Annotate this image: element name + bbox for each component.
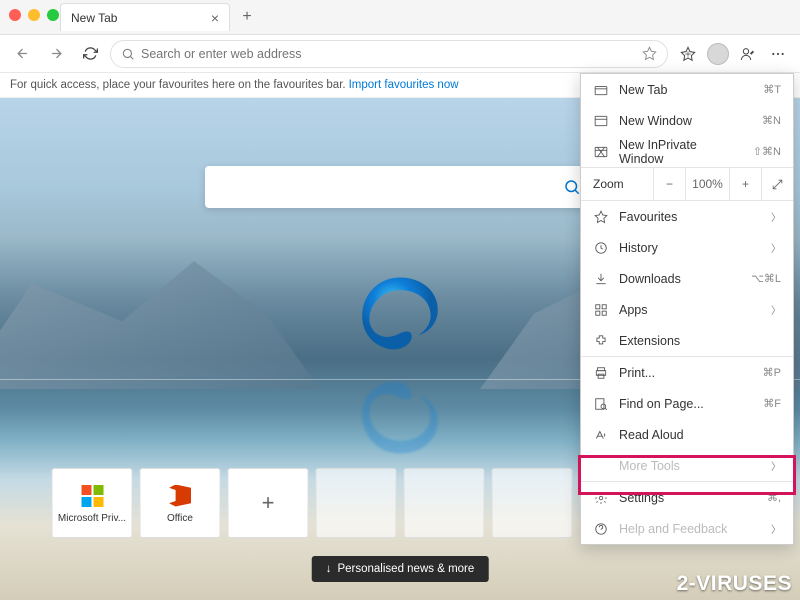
zoom-out-button[interactable]: − bbox=[653, 168, 685, 200]
menu-read-aloud[interactable]: Read Aloud bbox=[581, 419, 793, 450]
tile-empty[interactable] bbox=[492, 468, 573, 538]
chevron-right-icon: 〉 bbox=[771, 521, 781, 536]
chevron-right-icon: 〉 bbox=[771, 209, 781, 224]
find-icon bbox=[593, 396, 608, 411]
profile-button[interactable] bbox=[704, 40, 732, 68]
edge-logo bbox=[355, 273, 445, 363]
menu-find[interactable]: Find on Page...⌘F bbox=[581, 388, 793, 419]
search-icon bbox=[121, 47, 135, 61]
edge-logo-reflection bbox=[355, 368, 445, 458]
microsoft-icon bbox=[79, 483, 105, 509]
tab-bar: New Tab × + bbox=[0, 0, 800, 35]
address-input[interactable] bbox=[141, 47, 636, 61]
more-menu-button[interactable] bbox=[764, 40, 792, 68]
maximize-window-button[interactable] bbox=[47, 9, 59, 21]
avatar-icon bbox=[707, 43, 729, 65]
menu-more-tools[interactable]: More Tools〉 bbox=[581, 450, 793, 481]
menu-downloads[interactable]: Downloads⌥⌘L bbox=[581, 263, 793, 294]
toolbar bbox=[0, 35, 800, 73]
star-icon bbox=[593, 209, 608, 224]
search-icon[interactable] bbox=[563, 178, 581, 196]
office-icon bbox=[167, 483, 193, 509]
web-search-box[interactable] bbox=[205, 166, 595, 208]
menu-apps[interactable]: Apps〉 bbox=[581, 294, 793, 325]
new-tab-button[interactable]: + bbox=[234, 4, 260, 30]
chevron-right-icon: 〉 bbox=[771, 240, 781, 255]
favourites-button[interactable] bbox=[674, 40, 702, 68]
menu-extensions[interactable]: Extensions bbox=[581, 325, 793, 356]
inprivate-icon bbox=[593, 144, 608, 159]
menu-print[interactable]: Print...⌘P bbox=[581, 357, 793, 388]
feedback-button[interactable] bbox=[734, 40, 762, 68]
menu-help[interactable]: Help and Feedback〉 bbox=[581, 513, 793, 544]
forward-button[interactable] bbox=[42, 40, 70, 68]
favourite-star-icon[interactable] bbox=[642, 46, 657, 61]
tab-icon bbox=[593, 82, 608, 97]
tile-microsoft-privacy[interactable]: Microsoft Priv... bbox=[52, 468, 133, 538]
address-bar[interactable] bbox=[110, 40, 668, 68]
print-icon bbox=[593, 365, 608, 380]
more-menu: New Tab⌘T New Window⌘N New InPrivate Win… bbox=[580, 73, 794, 545]
chevron-down-icon: ↓ bbox=[326, 563, 332, 575]
extensions-icon bbox=[593, 333, 608, 348]
apps-icon bbox=[593, 302, 608, 317]
download-icon bbox=[593, 271, 608, 286]
refresh-button[interactable] bbox=[76, 40, 104, 68]
menu-settings[interactable]: Settings⌘, bbox=[581, 482, 793, 513]
chevron-right-icon: 〉 bbox=[771, 302, 781, 317]
browser-tab[interactable]: New Tab × bbox=[60, 3, 230, 31]
menu-new-inprivate[interactable]: New InPrivate Window⇧⌘N bbox=[581, 136, 793, 167]
history-icon bbox=[593, 240, 608, 255]
gear-icon bbox=[593, 490, 608, 505]
plus-icon: + bbox=[262, 490, 275, 516]
web-search-input[interactable] bbox=[219, 180, 563, 195]
window-controls bbox=[9, 9, 59, 21]
menu-zoom-row: Zoom − 100% + bbox=[581, 167, 793, 201]
tile-empty[interactable] bbox=[404, 468, 485, 538]
zoom-in-button[interactable]: + bbox=[729, 168, 761, 200]
favbar-text: For quick access, place your favourites … bbox=[10, 79, 346, 91]
tile-office[interactable]: Office bbox=[140, 468, 221, 538]
personalised-news-button[interactable]: ↓ Personalised news & more bbox=[312, 556, 489, 582]
close-window-button[interactable] bbox=[9, 9, 21, 21]
window-icon bbox=[593, 113, 608, 128]
back-button[interactable] bbox=[8, 40, 36, 68]
import-favourites-link[interactable]: Import favourites now bbox=[349, 79, 459, 91]
tab-title: New Tab bbox=[71, 11, 117, 25]
menu-new-window[interactable]: New Window⌘N bbox=[581, 105, 793, 136]
menu-history[interactable]: History〉 bbox=[581, 232, 793, 263]
chevron-right-icon: 〉 bbox=[771, 458, 781, 473]
read-aloud-icon bbox=[593, 427, 608, 442]
watermark: 2-VIRUSES bbox=[677, 572, 792, 596]
menu-favourites[interactable]: Favourites〉 bbox=[581, 201, 793, 232]
minimize-window-button[interactable] bbox=[28, 9, 40, 21]
tile-empty[interactable] bbox=[316, 468, 397, 538]
menu-new-tab[interactable]: New Tab⌘T bbox=[581, 74, 793, 105]
help-icon bbox=[593, 521, 608, 536]
fullscreen-button[interactable] bbox=[761, 168, 793, 200]
tile-add[interactable]: + bbox=[228, 468, 309, 538]
close-tab-icon[interactable]: × bbox=[211, 10, 219, 26]
zoom-value: 100% bbox=[685, 168, 729, 200]
